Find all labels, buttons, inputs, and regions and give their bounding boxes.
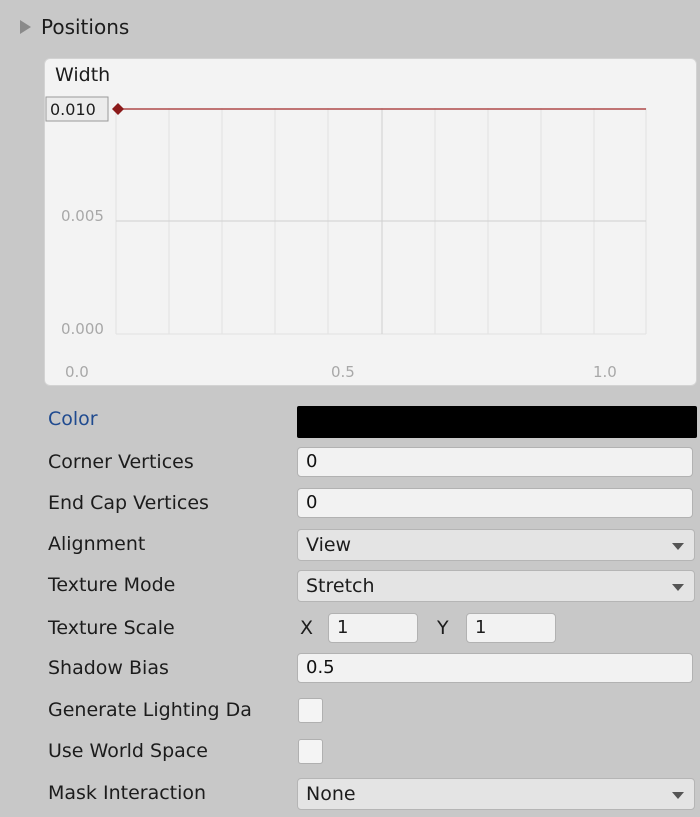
corner-vertices-row: Corner Vertices 0 [0, 444, 700, 480]
alignment-value: View [306, 534, 352, 556]
x-tick-label: 0.5 [331, 363, 355, 381]
width-curve-field[interactable]: Width 0.005 0.000 0.0 0.5 1.0 0.010 [44, 58, 697, 386]
positions-foldout[interactable]: Positions [20, 12, 129, 42]
texture-scale-x-label: X [300, 617, 314, 639]
color-label: Color [48, 408, 98, 430]
end-cap-vertices-row: End Cap Vertices 0 [0, 485, 700, 521]
end-cap-vertices-field[interactable]: 0 [297, 488, 693, 518]
corner-vertices-field[interactable]: 0 [297, 447, 693, 477]
curve-key-diamond-icon[interactable] [112, 103, 124, 115]
width-curve-graph[interactable]: 0.005 0.000 0.0 0.5 1.0 0.010 [45, 59, 696, 385]
generate-lighting-data-checkbox[interactable] [298, 698, 323, 723]
texture-mode-label: Texture Mode [48, 574, 176, 596]
texture-scale-x-field[interactable]: 1 [328, 613, 418, 643]
alignment-dropdown[interactable]: View [297, 529, 695, 561]
texture-mode-row: Texture Mode Stretch [0, 567, 700, 603]
texture-mode-dropdown[interactable]: Stretch [297, 570, 695, 602]
corner-vertices-label: Corner Vertices [48, 451, 194, 473]
texture-scale-label: Texture Scale [48, 617, 175, 639]
generate-lighting-data-row: Generate Lighting Da [0, 692, 700, 728]
texture-mode-value: Stretch [306, 575, 375, 597]
mask-interaction-label: Mask Interaction [48, 782, 207, 804]
foldout-arrow-icon[interactable] [20, 20, 31, 34]
shadow-bias-label: Shadow Bias [48, 657, 169, 679]
positions-label: Positions [41, 15, 130, 39]
mask-interaction-value: None [306, 783, 356, 805]
shadow-bias-field[interactable]: 0.5 [297, 653, 693, 683]
texture-scale-row: Texture Scale X 1 Y 1 [0, 610, 700, 646]
x-tick-label: 0.0 [65, 363, 89, 381]
dropdown-arrow-icon [672, 584, 684, 591]
generate-lighting-data-label: Generate Lighting Da [48, 699, 252, 721]
end-cap-vertices-label: End Cap Vertices [48, 492, 209, 514]
dropdown-arrow-icon [672, 792, 684, 799]
use-world-space-label: Use World Space [48, 740, 208, 762]
y-tick-label: 0.005 [61, 207, 104, 225]
x-tick-label: 1.0 [593, 363, 617, 381]
alignment-row: Alignment View [0, 526, 700, 562]
texture-scale-y-field[interactable]: 1 [466, 613, 556, 643]
shadow-bias-row: Shadow Bias 0.5 [0, 650, 700, 686]
line-renderer-inspector: Positions Width 0.005 0.000 0.0 0.5 1.0 … [0, 0, 700, 817]
mask-interaction-row: Mask Interaction None [0, 775, 700, 811]
use-world-space-row: Use World Space [0, 733, 700, 769]
color-swatch[interactable] [297, 406, 697, 438]
key-value-label: 0.010 [50, 100, 96, 119]
use-world-space-checkbox[interactable] [298, 739, 323, 764]
dropdown-arrow-icon [672, 543, 684, 550]
mask-interaction-dropdown[interactable]: None [297, 778, 695, 810]
color-row: Color [0, 401, 700, 438]
y-tick-label: 0.000 [61, 320, 104, 338]
alignment-label: Alignment [48, 533, 146, 555]
texture-scale-y-label: Y [437, 617, 449, 639]
